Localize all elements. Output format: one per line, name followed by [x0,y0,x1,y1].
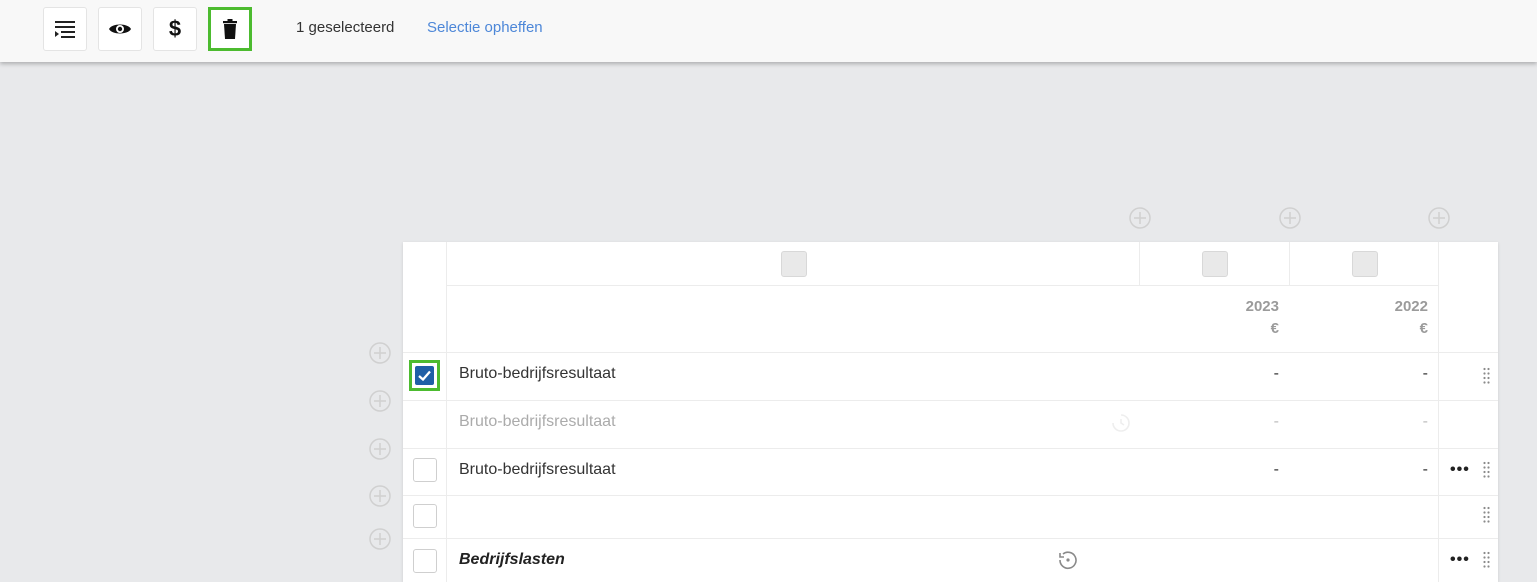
dollar-icon: $ [168,16,182,41]
add-column-icon[interactable] [1129,207,1151,229]
column-header-year: 2022 [1394,298,1428,315]
row-checkbox[interactable] [413,458,437,482]
eye-icon [109,24,131,34]
check-icon [418,370,431,381]
filter-list-icon [55,21,75,38]
label-column-options[interactable] [781,251,807,277]
row-checkbox[interactable] [413,549,437,573]
row-label: Bruto-bedrijfsresultaat [459,413,616,430]
selection-count: 1 geselecteerd [296,19,395,36]
reset-icon[interactable] [1057,549,1079,571]
add-row-icon[interactable] [369,438,391,460]
trash-icon [223,19,237,39]
selection-toolbar: $ 1 geselecteerd Selectie opheffen [0,0,1537,62]
add-column-icon[interactable] [1428,207,1450,229]
drag-handle-icon[interactable] [1482,506,1492,524]
more-options-icon[interactable]: ••• [1450,461,1470,479]
row-value-2023: - [1273,365,1279,382]
row-value-2022: - [1422,461,1428,478]
add-row-icon[interactable] [369,390,391,412]
row-checkbox[interactable] [409,360,440,391]
column-2023-options[interactable] [1202,251,1228,277]
row-label: Bruto-bedrijfsresultaat [459,365,616,382]
row-value-2022: - [1422,413,1428,430]
row-value-2023: - [1273,413,1279,430]
column-header-currency: € [1270,320,1279,337]
row-value-2022: - [1422,365,1428,382]
balance-table: 2023 € 2022 € Bruto-bedrijfsresultaat - … [403,242,1498,582]
add-row-icon[interactable] [369,528,391,550]
add-row-icon[interactable] [369,485,391,507]
row-label: Bedrijfslasten [459,551,565,568]
column-header-year: 2023 [1245,298,1279,315]
more-options-icon[interactable]: ••• [1450,551,1470,569]
column-header-currency: € [1419,320,1428,337]
visibility-button[interactable] [98,7,142,51]
delete-button[interactable] [208,7,252,51]
reset-icon[interactable] [1110,412,1132,434]
add-row-icon[interactable] [369,342,391,364]
drag-handle-icon[interactable] [1482,461,1492,479]
row-label: Bruto-bedrijfsresultaat [459,461,616,478]
currency-button[interactable]: $ [153,7,197,51]
drag-handle-icon[interactable] [1482,367,1492,385]
filter-button[interactable] [43,7,87,51]
add-column-icon[interactable] [1279,207,1301,229]
row-value-2023: - [1273,461,1279,478]
row-checkbox[interactable] [413,504,437,528]
checkbox-checked [415,366,434,385]
drag-handle-icon[interactable] [1482,551,1492,569]
column-2022-options[interactable] [1352,251,1378,277]
clear-selection-link[interactable]: Selectie opheffen [427,19,543,36]
